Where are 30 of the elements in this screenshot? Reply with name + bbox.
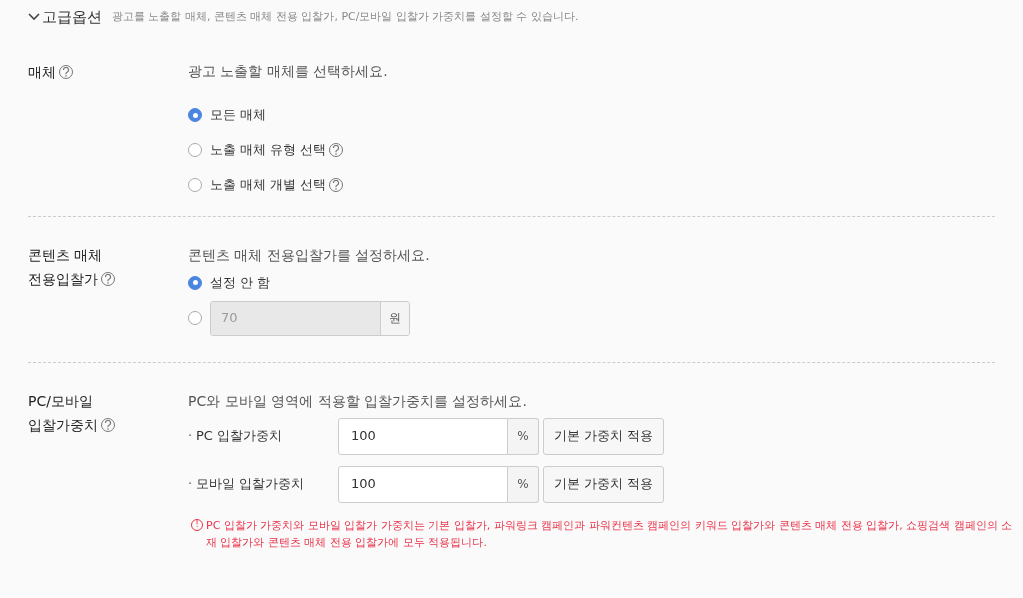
instruction-text: 콘텐츠 매체 전용입찰가를 설정하세요. <box>188 246 431 265</box>
weight-input[interactable]: 100 <box>338 417 508 455</box>
field-label: PC/모바일 <box>28 391 93 411</box>
instruction-text: PC와 모바일 영역에 적용할 입찰가중치를 설정하세요. <box>188 391 528 411</box>
radio-label[interactable]: 노출 매체 유형 선택 <box>210 140 327 160</box>
radio-label[interactable]: 모든 매체 <box>210 105 267 125</box>
field-label: 매체 <box>28 63 56 82</box>
radio-button[interactable] <box>188 108 202 122</box>
chevron-down-icon <box>28 13 40 21</box>
weight-label: PC 입찰가중치 <box>196 427 284 446</box>
unit-label: % <box>508 465 539 503</box>
weight-input[interactable]: 100 <box>338 465 508 503</box>
notice-text: PC 입찰가 가중치와 모바일 입찰가 가중치는 기본 입찰가, 파워링크 캠페인과 파워컨텐츠 캠페인의 키워드 입찰가와 콘텐츠 매체 전용 입찰가, 쇼핑검색 캠페인의 소재 입찰가와 콘텐츠 매체 전용 입찰가에 모두 적용됩니다. <box>206 517 1014 551</box>
field-label: 입찰가중치 <box>28 415 98 435</box>
instruction-text: 광고 노출할 매체를 선택하세요. <box>188 62 389 81</box>
radio-label[interactable]: 노출 매체 개별 선택 <box>210 175 327 195</box>
unit-label: % <box>508 417 539 455</box>
field-label: 전용입찰가 <box>28 270 98 289</box>
section-toggle[interactable]: 고급옵션 <box>28 5 102 29</box>
apply-default-button[interactable]: 기본 가중치 적용 <box>543 417 665 455</box>
radio-button[interactable] <box>188 275 202 290</box>
radio-label[interactable]: 설정 안 함 <box>210 273 271 293</box>
bullet-mark: · <box>188 475 194 494</box>
section-description: 광고를 노출할 매체, 콘텐츠 매체 전용 입찰가, PC/모바일 입찰가 가중치를 설정할 수 있습니다. <box>112 8 579 25</box>
bullet-mark: · <box>188 427 194 446</box>
radio-button[interactable] <box>188 143 202 157</box>
weight-label: 모바일 입찰가중치 <box>196 475 306 494</box>
radio-button[interactable] <box>188 178 202 192</box>
field-label: 콘텐츠 매체 <box>28 246 103 265</box>
apply-default-button[interactable]: 기본 가중치 적용 <box>543 465 665 503</box>
